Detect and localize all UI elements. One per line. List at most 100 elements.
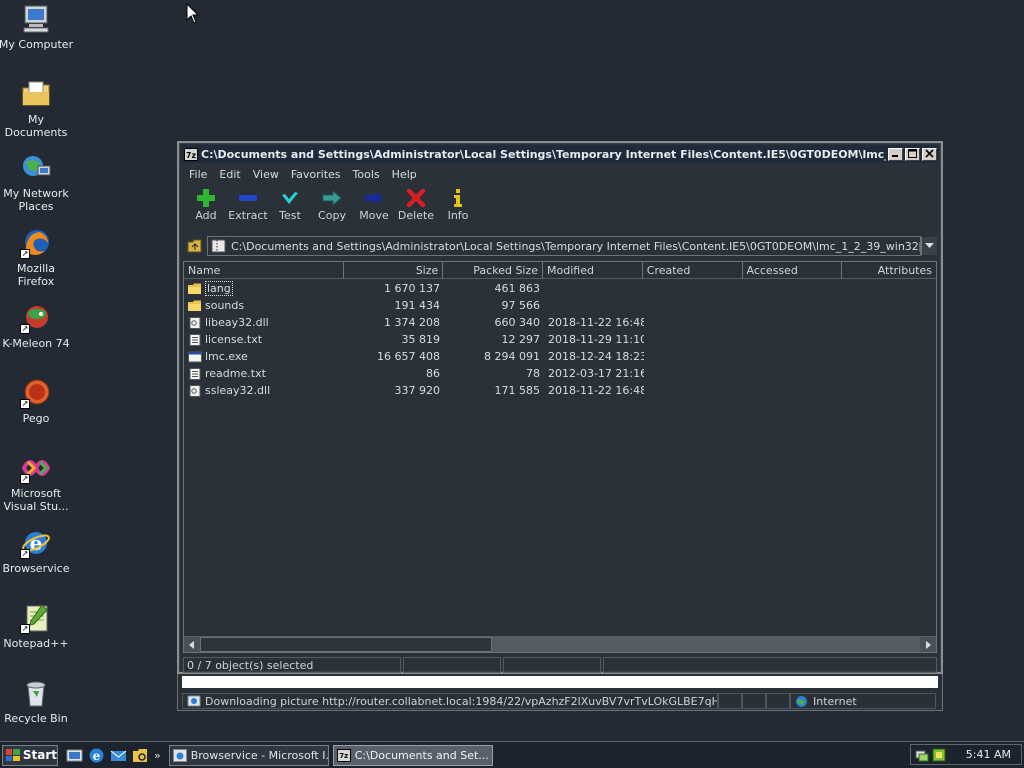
file-packed-size: 97 566 [501, 299, 541, 312]
menu-edit[interactable]: Edit [213, 168, 246, 181]
text-file-icon [189, 367, 201, 380]
file-row-libeay32[interactable]: libeay32.dll 1 374 208 660 340 2018-11-2… [184, 314, 936, 331]
scroll-thumb[interactable] [200, 637, 492, 652]
copy-button[interactable]: Copy [311, 187, 353, 229]
plus-icon [197, 189, 215, 207]
task-7zip[interactable]: 7z C:\Documents and Set... [332, 744, 493, 766]
scroll-track[interactable] [200, 637, 920, 652]
info-button[interactable]: Info [437, 187, 479, 229]
file-row-readme[interactable]: readme.txt 86 78 2012-03-17 21:16 [184, 365, 936, 382]
column-accessed[interactable]: Accessed [743, 262, 843, 279]
window-titlebar[interactable]: 7z C:\Documents and Settings\Administrat… [181, 145, 939, 163]
current-path: C:\Documents and Settings\Administrator\… [231, 239, 921, 253]
scroll-right-button[interactable] [920, 637, 936, 652]
move-button[interactable]: Move [353, 187, 395, 229]
file-row-sounds[interactable]: sounds 191 434 97 566 [184, 297, 936, 314]
column-packed-size[interactable]: Packed Size [443, 262, 544, 279]
windows-explorer-icon[interactable] [132, 747, 149, 764]
column-created[interactable]: Created [643, 262, 743, 279]
firefox-icon: ↗ [20, 227, 52, 259]
start-button[interactable]: Start [2, 744, 58, 766]
menu-tools[interactable]: Tools [347, 168, 386, 181]
7zip-file-manager-window[interactable]: 7z C:\Documents and Settings\Administrat… [177, 141, 943, 674]
column-size[interactable]: Size [344, 262, 444, 279]
desktop-icon-browservice[interactable]: e ↗ Browservice [0, 527, 74, 575]
desktop-icon-visual-studio[interactable]: ↗ Microsoft Visual Stu... [0, 452, 74, 513]
test-button[interactable]: Test [269, 187, 311, 229]
menu-favorites[interactable]: Favorites [285, 168, 347, 181]
file-modified [544, 280, 644, 297]
security-zone-cell: Internet [790, 693, 936, 709]
file-name: lang [205, 281, 233, 296]
file-packed-size: 8 294 091 [484, 350, 540, 363]
desktop-icon-k-meleon[interactable]: ↗ K-Meleon 74 [0, 302, 74, 350]
internet-explorer-icon[interactable]: e [88, 747, 105, 764]
add-button[interactable]: Add [185, 187, 227, 229]
extract-button[interactable]: Extract [227, 187, 269, 229]
desktop-icon-label: Recycle Bin [4, 712, 68, 725]
quick-launch: e » [66, 747, 161, 764]
quick-launch-overflow[interactable]: » [154, 749, 161, 762]
network-tray-icon[interactable] [915, 748, 929, 762]
file-list-header: Name Size Packed Size Modified Created A… [184, 262, 936, 279]
path-dropdown-button[interactable] [921, 237, 937, 255]
file-row-lmc-exe[interactable]: lmc.exe 16 657 408 8 294 091 2018-12-24 … [184, 348, 936, 365]
desktop-icon-my-computer[interactable]: My Computer [0, 3, 74, 51]
copy-label: Copy [318, 209, 346, 222]
menu-view[interactable]: View [247, 168, 285, 181]
browser-status-text-cell: Downloading picture http://router.collab… [182, 693, 718, 709]
column-modified[interactable]: Modified [543, 262, 643, 279]
column-attributes[interactable]: Attributes [842, 262, 936, 279]
desktop-icon-network-places[interactable]: My Network Places [0, 152, 74, 213]
file-list[interactable]: Name Size Packed Size Modified Created A… [183, 261, 937, 653]
column-name[interactable]: Name [184, 262, 344, 279]
desktop-icon-recycle-bin[interactable]: Recycle Bin [0, 677, 74, 725]
mouse-cursor-icon [186, 3, 200, 24]
file-rows: lang 1 670 137 461 863 sounds 191 434 97… [184, 279, 936, 399]
status-cell [766, 693, 790, 709]
file-name: sounds [205, 299, 245, 312]
folder-icon [188, 300, 201, 311]
desktop-icon-notepadpp[interactable]: ↗ Notepad++ [0, 602, 74, 650]
path-field[interactable]: C:\Documents and Settings\Administrator\… [207, 236, 921, 256]
show-desktop-icon[interactable] [66, 747, 83, 764]
move-arrow-icon [365, 191, 383, 205]
menu-help[interactable]: Help [386, 168, 423, 181]
outlook-express-icon[interactable] [110, 747, 127, 764]
file-row-lang[interactable]: lang 1 670 137 461 863 [184, 280, 936, 297]
desktop-icon-label: My Documents [4, 113, 68, 139]
desktop-icon-firefox[interactable]: ↗ Mozilla Firefox [0, 227, 74, 288]
minimize-button[interactable] [888, 147, 903, 161]
extract-label: Extract [228, 209, 268, 222]
app-tray-icon[interactable] [932, 748, 946, 762]
desktop-icon-label: Mozilla Firefox [17, 262, 55, 288]
test-label: Test [279, 209, 301, 222]
file-row-license[interactable]: license.txt 35 819 12 297 2018-11-29 11:… [184, 331, 936, 348]
file-packed-size: 660 340 [494, 316, 541, 329]
status-cell [742, 693, 766, 709]
menu-file[interactable]: File [183, 168, 213, 181]
selection-status: 0 / 7 object(s) selected [183, 657, 401, 673]
dll-file-icon [189, 384, 201, 397]
maximize-button[interactable] [905, 147, 920, 161]
folder-icon [188, 283, 201, 294]
zip-archive-icon [211, 239, 226, 253]
menu-bar: File Edit View Favorites Tools Help [183, 165, 423, 183]
close-icon [925, 148, 934, 158]
clock[interactable]: 5:41 AM [966, 748, 1011, 761]
desktop-icon-my-documents[interactable]: My Documents [0, 78, 74, 139]
info-icon [454, 189, 462, 207]
desktop-icon-label: Pego [22, 412, 50, 425]
file-packed-size: 78 [526, 367, 540, 380]
delete-button[interactable]: Delete [395, 187, 437, 229]
scroll-left-button[interactable] [184, 637, 200, 652]
task-browservice[interactable]: Browservice - Microsoft I... [168, 744, 329, 766]
horizontal-scrollbar[interactable] [184, 636, 936, 652]
shortcut-arrow-icon: ↗ [20, 624, 30, 634]
desktop-icon-pego[interactable]: ↗ Pego [0, 377, 74, 425]
svg-text:e: e [93, 749, 101, 763]
up-folder-button[interactable] [183, 236, 207, 256]
file-row-ssleay32[interactable]: ssleay32.dll 337 920 171 585 2018-11-22 … [184, 382, 936, 399]
toolbar: Add Extract Test Copy Move Delete Info [185, 187, 479, 229]
close-button[interactable] [922, 147, 937, 161]
